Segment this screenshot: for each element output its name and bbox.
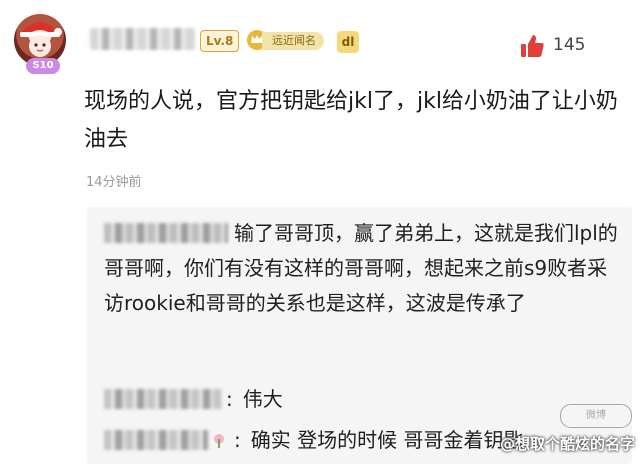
comment-text: 现场的人说，官方把钥匙给jkl了，jkl给小奶油了让小奶油去 [84,89,618,152]
reply-item[interactable]: : 伟大 [104,385,283,413]
reply-username-blurred [104,430,208,450]
level-badge: Lv.8 [200,30,240,52]
like-count: 145 [553,35,586,55]
lollipop-icon [214,434,224,448]
reply-username-blurred [104,223,228,243]
reply-username-blurred [104,389,222,409]
fan-badge: dl [337,31,359,53]
reply-text: 伟大 [242,387,283,411]
avatar-badge: S10 [26,58,60,74]
comment-timestamp: 14分钟前 [86,175,142,190]
thumbs-up-icon[interactable] [518,32,546,60]
reply-item[interactable]: 输了哥哥顶，赢了弟弟上，这就是我们lpl的哥哥啊，你们有没有这样的哥哥啊，想起来… [104,216,624,321]
watermark-logo: 微博 [560,404,632,428]
reply-text: 确实 登场的时候 哥哥金着钥匙 [250,428,524,452]
reply-item[interactable]: : 确实 登场的时候 哥哥金着钥匙 [104,426,523,454]
rank-badge: 远近闻名 [262,32,324,50]
watermark-text: @想取个酷炫的名字 [499,435,635,453]
username-blurred[interactable] [90,28,196,50]
